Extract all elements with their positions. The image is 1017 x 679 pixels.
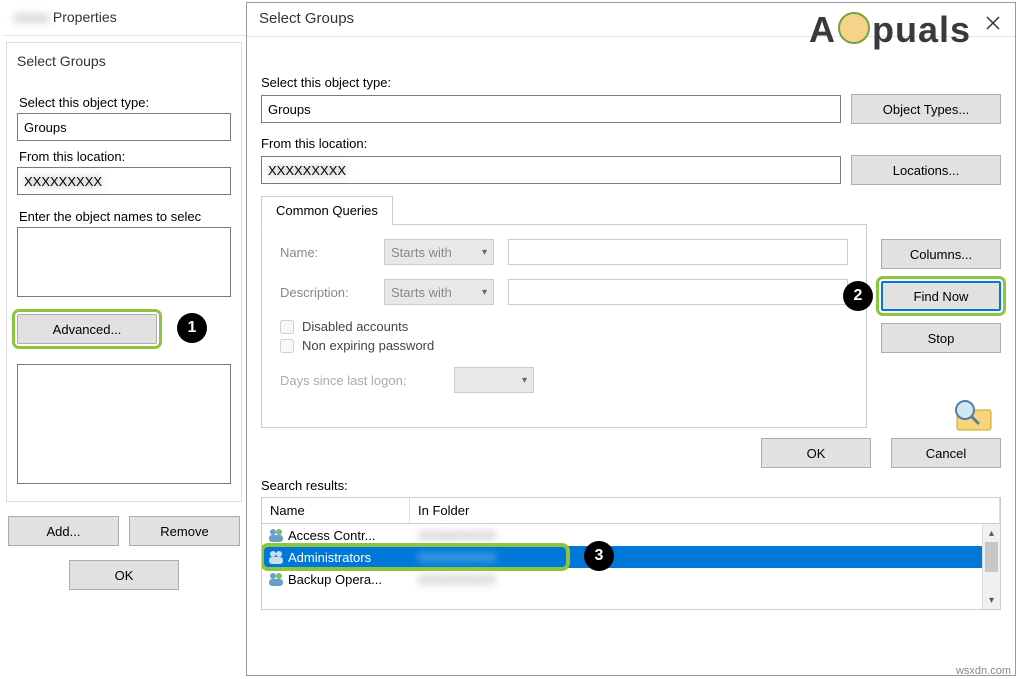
properties-title: Properties	[53, 9, 117, 25]
stop-button[interactable]: Stop	[881, 323, 1001, 353]
common-queries-tabgroup: Common Queries Name: Starts with ▾ Descr…	[261, 195, 867, 428]
description-field-label: Description:	[280, 285, 370, 300]
description-match-select[interactable]: Starts with ▾	[384, 279, 494, 305]
non-expiring-checkbox[interactable]: Non expiring password	[280, 338, 848, 353]
columns-button[interactable]: Columns...	[881, 239, 1001, 269]
result-folder: XXXXXXXXX	[410, 572, 1000, 587]
object-type-input-back[interactable]	[17, 113, 231, 141]
days-since-select[interactable]: ▾	[454, 367, 534, 393]
add-button[interactable]: Add...	[8, 516, 119, 546]
logo-text-left: A	[809, 9, 836, 51]
result-name: Backup Opera...	[286, 572, 410, 587]
common-queries-panel: Name: Starts with ▾ Description: Starts …	[261, 224, 867, 428]
close-button[interactable]	[979, 9, 1007, 37]
results-grid[interactable]: Access Contr... XXXXXXXXX Administrators…	[261, 524, 1001, 610]
search-results-area: Search results: Name In Folder Access Co…	[261, 478, 1001, 610]
object-types-button[interactable]: Object Types...	[851, 94, 1001, 124]
appuals-logo: A puals	[809, 9, 971, 51]
column-folder[interactable]: In Folder	[410, 498, 1000, 523]
step-badge-2: 2	[843, 281, 873, 311]
result-folder: XXXXXXXXX	[410, 528, 1000, 543]
location-label-back: From this location:	[19, 149, 231, 164]
results-header: Name In Folder	[261, 497, 1001, 524]
close-icon	[985, 15, 1001, 31]
magnifier-folder-icon	[947, 395, 1001, 435]
result-folder: XXXXXXXXX	[410, 550, 1000, 565]
scroll-down-icon[interactable]: ▾	[983, 591, 1000, 609]
properties-dialog: xxxxx Properties Select Groups Select th…	[2, 2, 246, 672]
group-icon	[266, 571, 286, 587]
remove-button[interactable]: Remove	[129, 516, 240, 546]
cancel-button[interactable]: Cancel	[891, 438, 1001, 468]
non-expiring-input[interactable]	[280, 339, 294, 353]
ok-button[interactable]: OK	[761, 438, 871, 468]
location-label: From this location:	[261, 136, 1015, 151]
column-name[interactable]: Name	[262, 498, 410, 523]
location-input[interactable]: XXXXXXXXX	[261, 156, 841, 184]
days-since-label: Days since last logon:	[280, 373, 440, 388]
result-name: Administrators	[286, 550, 410, 565]
dialog-button-row: OK Cancel	[261, 438, 1001, 468]
name-match-value: Starts with	[391, 245, 452, 260]
select-groups-title: Select Groups	[259, 10, 354, 27]
properties-title-blur: xxxxx	[14, 9, 49, 25]
right-button-column: Columns... Find Now 2 Stop	[881, 239, 1001, 435]
object-type-label-back: Select this object type:	[19, 95, 231, 110]
properties-titlebar: xxxxx Properties	[2, 2, 246, 36]
group-icon	[266, 527, 286, 543]
chevron-down-icon: ▾	[482, 247, 487, 258]
description-query-input[interactable]	[508, 279, 848, 305]
logo-head-icon	[838, 12, 870, 44]
names-textarea-back-2[interactable]	[17, 364, 231, 484]
result-name: Access Contr...	[286, 528, 410, 543]
select-groups-simple-title: Select Groups	[17, 53, 231, 87]
name-query-input[interactable]	[508, 239, 848, 265]
step-badge-3: 3	[584, 541, 614, 571]
chevron-down-icon: ▾	[482, 287, 487, 298]
object-type-input[interactable]	[261, 95, 841, 123]
result-row[interactable]: Backup Opera... XXXXXXXXX	[262, 568, 1000, 590]
logo-text-right: puals	[872, 9, 971, 51]
names-label-back: Enter the object names to selec	[19, 209, 231, 224]
disabled-accounts-input[interactable]	[280, 320, 294, 334]
disabled-accounts-checkbox[interactable]: Disabled accounts	[280, 319, 848, 334]
scroll-thumb[interactable]	[985, 542, 998, 572]
select-groups-simple-panel: Select Groups Select this object type: F…	[6, 42, 242, 502]
back-ok-button[interactable]: OK	[69, 560, 179, 590]
advanced-button[interactable]: Advanced...	[17, 314, 157, 344]
tab-common-queries[interactable]: Common Queries	[261, 196, 393, 225]
watermark: wsxdn.com	[956, 665, 1011, 677]
description-match-value: Starts with	[391, 285, 452, 300]
find-now-button[interactable]: Find Now	[881, 281, 1001, 311]
result-row-selected[interactable]: Administrators XXXXXXXXX	[262, 546, 1000, 568]
object-type-label: Select this object type:	[261, 75, 1015, 90]
chevron-down-icon: ▾	[522, 375, 527, 386]
group-icon	[266, 549, 286, 565]
search-results-label: Search results:	[261, 478, 1001, 493]
scrollbar[interactable]: ▴ ▾	[982, 524, 1000, 609]
location-input-back[interactable]: XXXXXXXXX	[17, 167, 231, 195]
locations-button[interactable]: Locations...	[851, 155, 1001, 185]
back-button-row: Add... Remove	[2, 508, 246, 554]
non-expiring-label: Non expiring password	[302, 338, 434, 353]
name-match-select[interactable]: Starts with ▾	[384, 239, 494, 265]
step-badge-1: 1	[177, 313, 207, 343]
scroll-up-icon[interactable]: ▴	[983, 524, 1000, 542]
disabled-accounts-label: Disabled accounts	[302, 319, 408, 334]
select-groups-advanced-dialog: Select Groups A puals Select this object…	[246, 2, 1016, 676]
result-row[interactable]: Access Contr... XXXXXXXXX	[262, 524, 1000, 546]
name-field-label: Name:	[280, 245, 370, 260]
names-textarea-back[interactable]	[17, 227, 231, 297]
